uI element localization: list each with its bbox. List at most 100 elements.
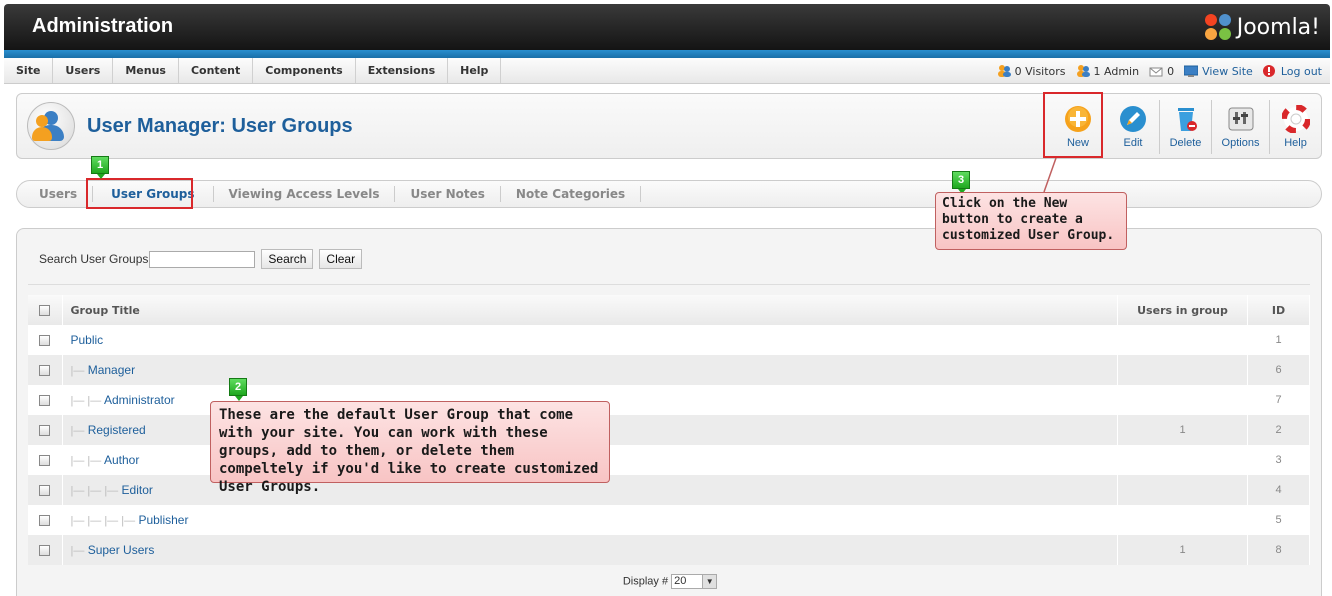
trash-icon xyxy=(1172,105,1200,133)
row-checkbox[interactable] xyxy=(39,425,51,437)
step-badge-1: 1 xyxy=(91,156,109,179)
menu-components[interactable]: Components xyxy=(253,58,356,83)
id-header[interactable]: ID xyxy=(1247,295,1310,325)
row-checkbox[interactable] xyxy=(39,395,51,407)
id-cell: 2 xyxy=(1247,415,1310,445)
tab-viewing-access-levels[interactable]: Viewing Access Levels xyxy=(214,186,396,202)
edit-button[interactable]: Edit xyxy=(1107,100,1159,154)
options-button[interactable]: Options xyxy=(1211,100,1269,154)
table-row: |— Super Users 1 8 xyxy=(28,535,1310,565)
header-title: Administration xyxy=(32,15,174,37)
row-checkbox[interactable] xyxy=(39,545,51,557)
tree-indent: |— xyxy=(70,425,85,437)
tab-user-notes[interactable]: User Notes xyxy=(395,186,501,202)
options-icon xyxy=(1227,105,1255,133)
row-checkbox[interactable] xyxy=(39,485,51,497)
users-count-cell: 1 xyxy=(1117,415,1248,445)
table-header-row: Group Title Users in group ID xyxy=(28,295,1310,325)
select-all-checkbox[interactable] xyxy=(39,305,51,316)
row-checkbox[interactable] xyxy=(39,365,51,377)
new-button-highlight xyxy=(1043,92,1103,158)
table-row: |— Manager 6 xyxy=(28,355,1310,385)
search-bar: Search User Groups Search Clear xyxy=(39,249,363,269)
logout-icon xyxy=(1262,65,1277,77)
delete-button-label: Delete xyxy=(1169,137,1202,149)
view-site-label[interactable]: View Site xyxy=(1202,65,1253,78)
search-input[interactable] xyxy=(149,250,256,268)
row-checkbox[interactable] xyxy=(39,515,51,527)
menu-content[interactable]: Content xyxy=(179,58,254,83)
callout-default-groups: These are the default User Group that co… xyxy=(210,401,610,495)
menu-users[interactable]: Users xyxy=(53,58,114,83)
group-title-link[interactable]: Public xyxy=(71,333,104,347)
delete-button[interactable]: Delete xyxy=(1159,100,1211,154)
menu-help[interactable]: Help xyxy=(448,58,502,83)
group-title-link[interactable]: Registered xyxy=(88,423,146,437)
group-title-link[interactable]: Editor xyxy=(122,483,153,497)
visitors-status: 0 Visitors xyxy=(997,65,1066,78)
id-cell: 1 xyxy=(1247,325,1310,355)
group-title-link[interactable]: Author xyxy=(104,453,139,467)
visitors-count: 0 Visitors xyxy=(1014,64,1066,78)
help-button[interactable]: Help xyxy=(1269,100,1321,154)
search-button[interactable]: Search xyxy=(261,249,314,269)
help-button-label: Help xyxy=(1284,137,1307,149)
pagination-display: Display # 20 ▼ xyxy=(17,574,1323,589)
messages-status[interactable]: 0 xyxy=(1149,65,1174,78)
joomla-logo-icon xyxy=(1203,12,1233,42)
step-badge-2: 2 xyxy=(229,378,247,401)
group-title-link[interactable]: Super Users xyxy=(88,543,155,557)
header-accent-strip xyxy=(4,50,1330,58)
tree-indent: |— |— |— xyxy=(70,485,119,497)
display-count-select[interactable]: 20 ▼ xyxy=(671,574,718,589)
group-title-link[interactable]: Manager xyxy=(88,363,135,377)
logout-link[interactable]: Log out xyxy=(1262,65,1322,78)
options-button-label: Options xyxy=(1221,137,1260,149)
users-icon xyxy=(997,65,1011,77)
users-count-cell xyxy=(1117,385,1248,415)
tab-users[interactable]: Users xyxy=(27,186,94,202)
row-checkbox[interactable] xyxy=(39,335,51,347)
menu-menus[interactable]: Menus xyxy=(113,58,179,83)
menu-site[interactable]: Site xyxy=(4,58,54,83)
display-count-value: 20 xyxy=(674,575,687,587)
admins-count: 1 Admin xyxy=(1093,64,1140,78)
tree-indent: |— |— xyxy=(70,395,102,407)
search-label: Search User Groups xyxy=(39,252,149,266)
table-row: |— |— |— |— Publisher 5 xyxy=(28,505,1310,535)
monitor-icon xyxy=(1183,65,1199,77)
status-bar: 0 Visitors 1 Admin 0 View Site Log out xyxy=(987,58,1322,84)
callout-pointer-3 xyxy=(1043,157,1057,193)
tab-note-categories[interactable]: Note Categories xyxy=(501,186,642,202)
users-count-cell xyxy=(1117,325,1248,355)
group-title-link[interactable]: Administrator xyxy=(104,393,175,407)
id-cell: 4 xyxy=(1247,475,1310,505)
group-title-link[interactable]: Publisher xyxy=(138,513,188,527)
view-site-link[interactable]: View Site xyxy=(1183,65,1253,78)
users-count-cell xyxy=(1117,445,1248,475)
users-in-group-header: Users in group xyxy=(1117,295,1248,325)
users-count-cell xyxy=(1117,475,1248,505)
admins-status: 1 Admin xyxy=(1076,64,1140,78)
tree-indent: |— xyxy=(70,365,85,377)
admin-header: Administration Joomla! xyxy=(4,4,1330,50)
callout-new-button: Click on the New button to create a cust… xyxy=(935,192,1127,250)
tree-indent: |— xyxy=(70,545,85,557)
users-count-cell: 1 xyxy=(1117,535,1248,565)
row-checkbox[interactable] xyxy=(39,455,51,467)
menu-extensions[interactable]: Extensions xyxy=(356,58,449,83)
table-row: Public 1 xyxy=(28,325,1310,355)
select-all-cell xyxy=(28,295,63,325)
edit-button-label: Edit xyxy=(1123,137,1143,149)
clear-button[interactable]: Clear xyxy=(319,249,363,269)
divider xyxy=(28,284,1310,285)
page-title: User Manager: User Groups xyxy=(87,115,353,137)
chevron-down-icon: ▼ xyxy=(702,575,717,588)
group-title-header[interactable]: Group Title xyxy=(62,295,1118,325)
id-cell: 7 xyxy=(1247,385,1310,415)
users-count-cell xyxy=(1117,355,1248,385)
display-label: Display # xyxy=(622,575,669,588)
step-badge-3: 3 xyxy=(952,171,970,194)
user-groups-icon xyxy=(27,102,75,150)
logout-label[interactable]: Log out xyxy=(1281,65,1322,78)
